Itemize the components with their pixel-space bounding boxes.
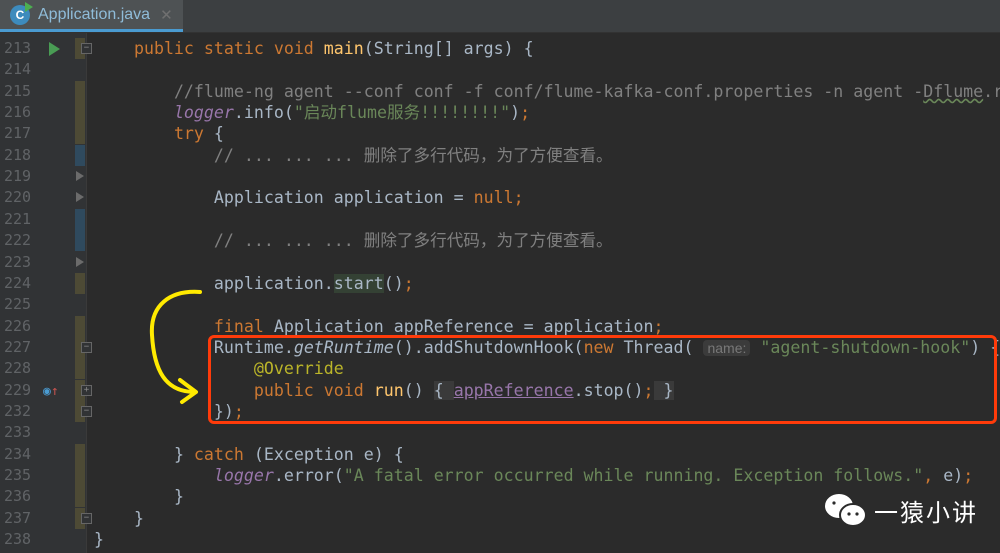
watermark: 一猿小讲 <box>822 492 978 528</box>
yellow-arrow-annotation <box>149 289 202 404</box>
wechat-icon <box>825 494 867 527</box>
watermark-label: 一猿小讲 <box>874 498 978 527</box>
